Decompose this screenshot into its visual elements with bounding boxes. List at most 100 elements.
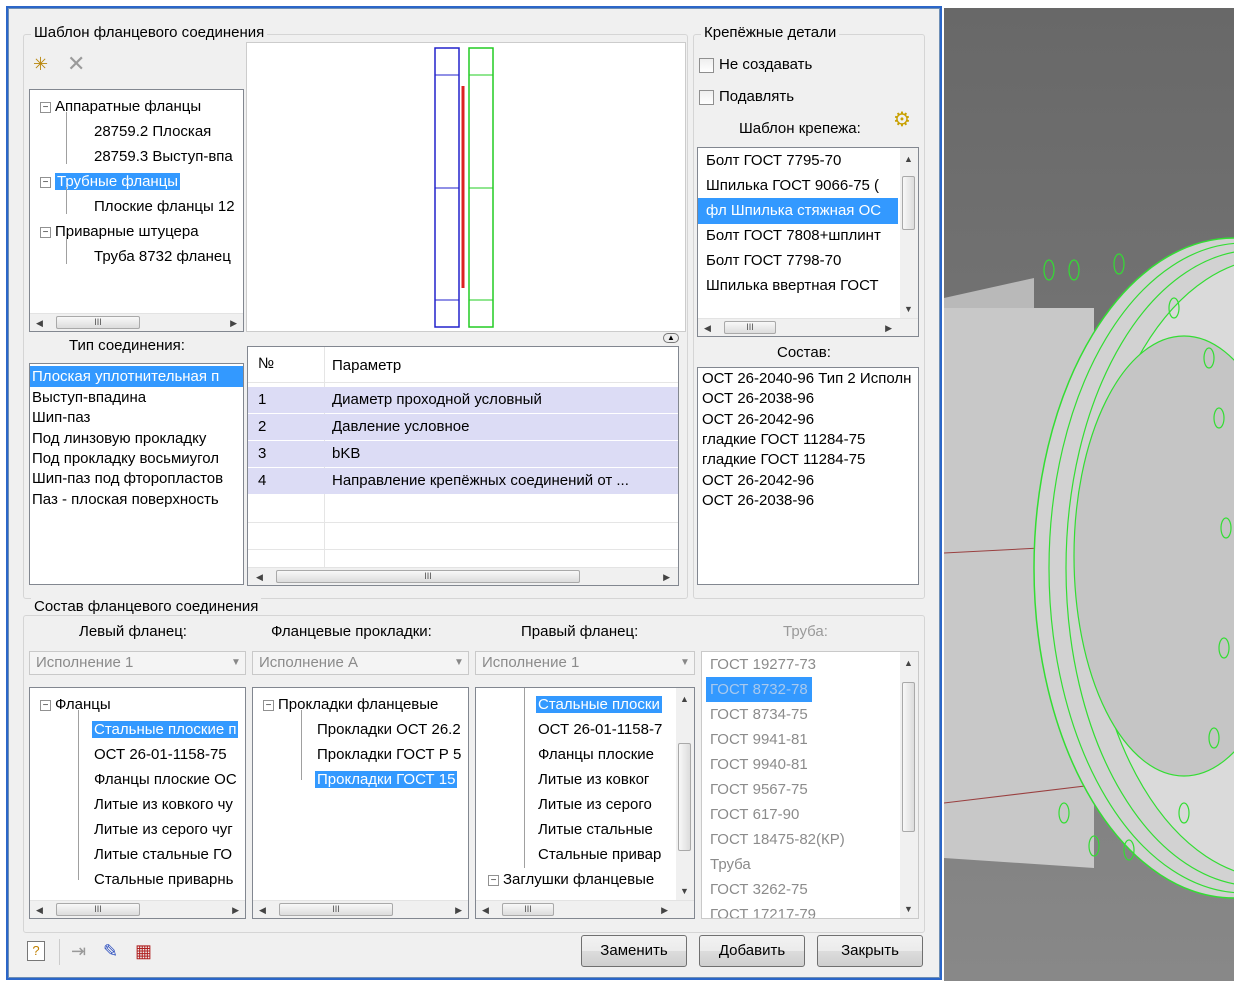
template-tree[interactable]: − Аппаратные фланцы 28759.2 Плоская 28759… xyxy=(29,89,244,332)
gasket-combo[interactable]: Исполнение А ▼ xyxy=(252,651,469,675)
pipe-vscroll[interactable]: ▲ ▼ xyxy=(900,652,918,918)
parameters-hscroll[interactable]: ◀ III ▶ xyxy=(248,567,678,585)
tree-leaf-selected[interactable]: Стальные плоски xyxy=(536,692,662,717)
fastener-vscroll[interactable]: ▲ ▼ xyxy=(900,148,918,318)
collapse-icon[interactable]: − xyxy=(40,101,51,113)
gasket-tree-hscroll[interactable]: ◀ III ▶ xyxy=(253,900,468,918)
connection-item[interactable]: Паз - плоская поверхность xyxy=(32,489,219,510)
chevron-down-icon[interactable]: ▼ xyxy=(227,652,245,674)
connection-item[interactable]: Выступ-впадина xyxy=(32,387,146,408)
tree-leaf[interactable]: Плоские фланцы 12 xyxy=(94,194,235,219)
pipe-item[interactable]: ГОСТ 18475-82(КР) xyxy=(710,827,845,852)
tree-leaf[interactable]: Литые из ковког xyxy=(538,767,649,792)
template-tree-hscroll[interactable]: ◀ III ▶ xyxy=(30,313,243,331)
fastener-item-selected[interactable]: фл Шпилька стяжная ОС xyxy=(698,198,898,224)
chevron-down-icon[interactable]: ▼ xyxy=(450,652,468,674)
tree-leaf[interactable]: Прокладки ОСТ 26.2 xyxy=(317,717,461,742)
collapse-icon[interactable]: − xyxy=(488,874,499,886)
connection-item[interactable]: Шип-паз xyxy=(32,407,90,428)
collapse-icon[interactable]: − xyxy=(263,699,274,711)
tree-node-pipe-flanges[interactable]: − Трубные фланцы xyxy=(40,169,181,194)
tree-leaf[interactable]: Стальные привар xyxy=(538,842,661,867)
right-flange-combo[interactable]: Исполнение 1 ▼ xyxy=(475,651,695,675)
tree-leaf[interactable]: ОСТ 26-01-1158-7 xyxy=(538,717,662,742)
replace-button[interactable]: Заменить xyxy=(581,935,687,967)
edit-icon[interactable]: ✎ xyxy=(103,940,118,962)
tree-leaf[interactable]: Фланцы плоские ОС xyxy=(94,767,237,792)
suppress-checkbox[interactable] xyxy=(699,90,714,105)
right-tree-vscroll[interactable]: ▲ ▼ xyxy=(676,688,694,900)
preview-collapse-icon[interactable]: ▲ xyxy=(663,333,679,343)
left-tree-hscroll[interactable]: ◀ III ▶ xyxy=(30,900,245,918)
param-row-1[interactable]: 1 Диаметр проходной условный xyxy=(248,387,678,413)
composition-list[interactable]: ОСТ 26-2040-96 Тип 2 Исполн ОСТ 26-2038-… xyxy=(697,367,919,585)
collapse-icon[interactable]: − xyxy=(40,699,51,711)
parameters-grid[interactable]: № Параметр 1 Диаметр проходной условный 2… xyxy=(247,346,679,586)
tree-leaf[interactable]: Труба 8732 фланец xyxy=(94,244,231,269)
pipe-item[interactable]: ГОСТ 19277-73 xyxy=(710,652,816,677)
param-row-2[interactable]: 2 Давление условное xyxy=(248,414,678,440)
gasket-tree[interactable]: − Прокладки фланцевые Прокладки ОСТ 26.2 … xyxy=(252,687,469,919)
tree-node-gaskets[interactable]: − Прокладки фланцевые xyxy=(263,692,438,717)
pipe-item[interactable]: ГОСТ 3262-75 xyxy=(710,877,808,902)
connection-item[interactable]: Шип-паз под фторопластов xyxy=(32,468,223,489)
chevron-down-icon[interactable]: ▼ xyxy=(676,652,694,674)
tree-leaf[interactable]: Стальные приварнь xyxy=(94,867,233,892)
collapse-icon[interactable]: − xyxy=(40,226,51,238)
tree-leaf[interactable]: 28759.2 Плоская xyxy=(94,119,211,144)
pipe-item[interactable]: ГОСТ 9940-81 xyxy=(710,752,808,777)
pipe-item[interactable]: Труба xyxy=(710,852,751,877)
help-icon[interactable]: ? xyxy=(27,941,45,961)
connection-type-list[interactable]: Плоская уплотнительная п Выступ-впадина … xyxy=(29,363,244,585)
tree-leaf-selected[interactable]: Стальные плоские п xyxy=(92,717,239,742)
col-number-header[interactable]: № xyxy=(258,355,274,372)
connection-item[interactable]: Под линзовую прокладку xyxy=(32,428,206,449)
param-row-3[interactable]: 3 bKB xyxy=(248,441,678,467)
connection-item[interactable]: Плоская уплотнительная п xyxy=(30,366,243,387)
fastener-template-list[interactable]: Болт ГОСТ 7795-70 Шпилька ГОСТ 9066-75 (… xyxy=(697,147,919,337)
model-viewport[interactable] xyxy=(943,8,1234,981)
tree-leaf[interactable]: Литые стальные xyxy=(538,817,653,842)
fastener-item[interactable]: Шпилька ввертная ГОСТ xyxy=(706,273,879,299)
fastener-bolt-icon[interactable]: ⚙ xyxy=(893,109,911,131)
tree-leaf[interactable]: Прокладки ГОСТ Р 5 xyxy=(317,742,461,767)
tree-leaf[interactable]: 28759.3 Выступ-впа xyxy=(94,144,233,169)
right-flange-tree[interactable]: Стальные плоски ОСТ 26-01-1158-7 Фланцы … xyxy=(475,687,695,919)
import-icon[interactable]: ⇥ xyxy=(71,940,86,962)
tree-leaf[interactable]: Литые из серого чуг xyxy=(94,817,233,842)
pipe-list[interactable]: ГОСТ 19277-73 ГОСТ 8732-78 ГОСТ 8734-75 … xyxy=(701,651,919,919)
pipe-item-selected[interactable]: ГОСТ 8732-78 xyxy=(706,677,812,702)
pipe-item[interactable]: ГОСТ 617-90 xyxy=(710,802,799,827)
fastener-item[interactable]: Болт ГОСТ 7798-70 xyxy=(706,248,841,274)
left-flange-tree[interactable]: − Фланцы Стальные плоские п ОСТ 26-01-115… xyxy=(29,687,246,919)
table-icon[interactable]: ▦ xyxy=(135,940,152,962)
fastener-item[interactable]: Болт ГОСТ 7808+шплинт xyxy=(706,223,881,249)
pipe-item[interactable]: ГОСТ 9567-75 xyxy=(710,777,808,802)
tree-node-welded-fittings[interactable]: − Приварные штуцера xyxy=(40,219,199,244)
pipe-item[interactable]: ГОСТ 17217-79 xyxy=(710,902,816,918)
tree-node-flanges[interactable]: − Фланцы xyxy=(40,692,111,717)
fastener-item[interactable]: Шпилька ГОСТ 9066-75 ( xyxy=(706,173,879,199)
fastener-hscroll[interactable]: ◀ III ▶ xyxy=(698,318,918,336)
tree-leaf[interactable]: Фланцы плоские xyxy=(538,742,654,767)
fastener-item[interactable]: Болт ГОСТ 7795-70 xyxy=(706,148,841,174)
close-button[interactable]: Закрыть xyxy=(817,935,923,967)
add-button[interactable]: Добавить xyxy=(699,935,805,967)
no-create-checkbox[interactable] xyxy=(699,58,714,73)
tree-leaf[interactable]: ОСТ 26-01-1158-75 xyxy=(94,742,227,767)
left-flange-combo[interactable]: Исполнение 1 ▼ xyxy=(29,651,246,675)
col-parameter-header[interactable]: Параметр xyxy=(332,357,401,374)
right-tree-hscroll[interactable]: ◀ III ▶ xyxy=(476,900,694,918)
pipe-item[interactable]: ГОСТ 9941-81 xyxy=(710,727,808,752)
collapse-icon[interactable]: − xyxy=(40,176,51,188)
delete-template-icon[interactable]: ✕ xyxy=(67,53,85,75)
tree-leaf[interactable]: Литые из серого xyxy=(538,792,652,817)
new-template-icon[interactable]: ✳ xyxy=(33,53,48,75)
param-row-4[interactable]: 4 Направление крепёжных соединений от ... xyxy=(248,468,678,494)
connection-item[interactable]: Под прокладку восьмиугол xyxy=(32,448,219,469)
tree-leaf[interactable]: Литые стальные ГО xyxy=(94,842,232,867)
tree-node-blind-flanges[interactable]: − Заглушки фланцевые xyxy=(488,867,654,892)
tree-leaf-selected[interactable]: Прокладки ГОСТ 15 xyxy=(315,767,458,792)
tree-leaf[interactable]: Литые из ковкого чу xyxy=(94,792,233,817)
pipe-item[interactable]: ГОСТ 8734-75 xyxy=(710,702,808,727)
